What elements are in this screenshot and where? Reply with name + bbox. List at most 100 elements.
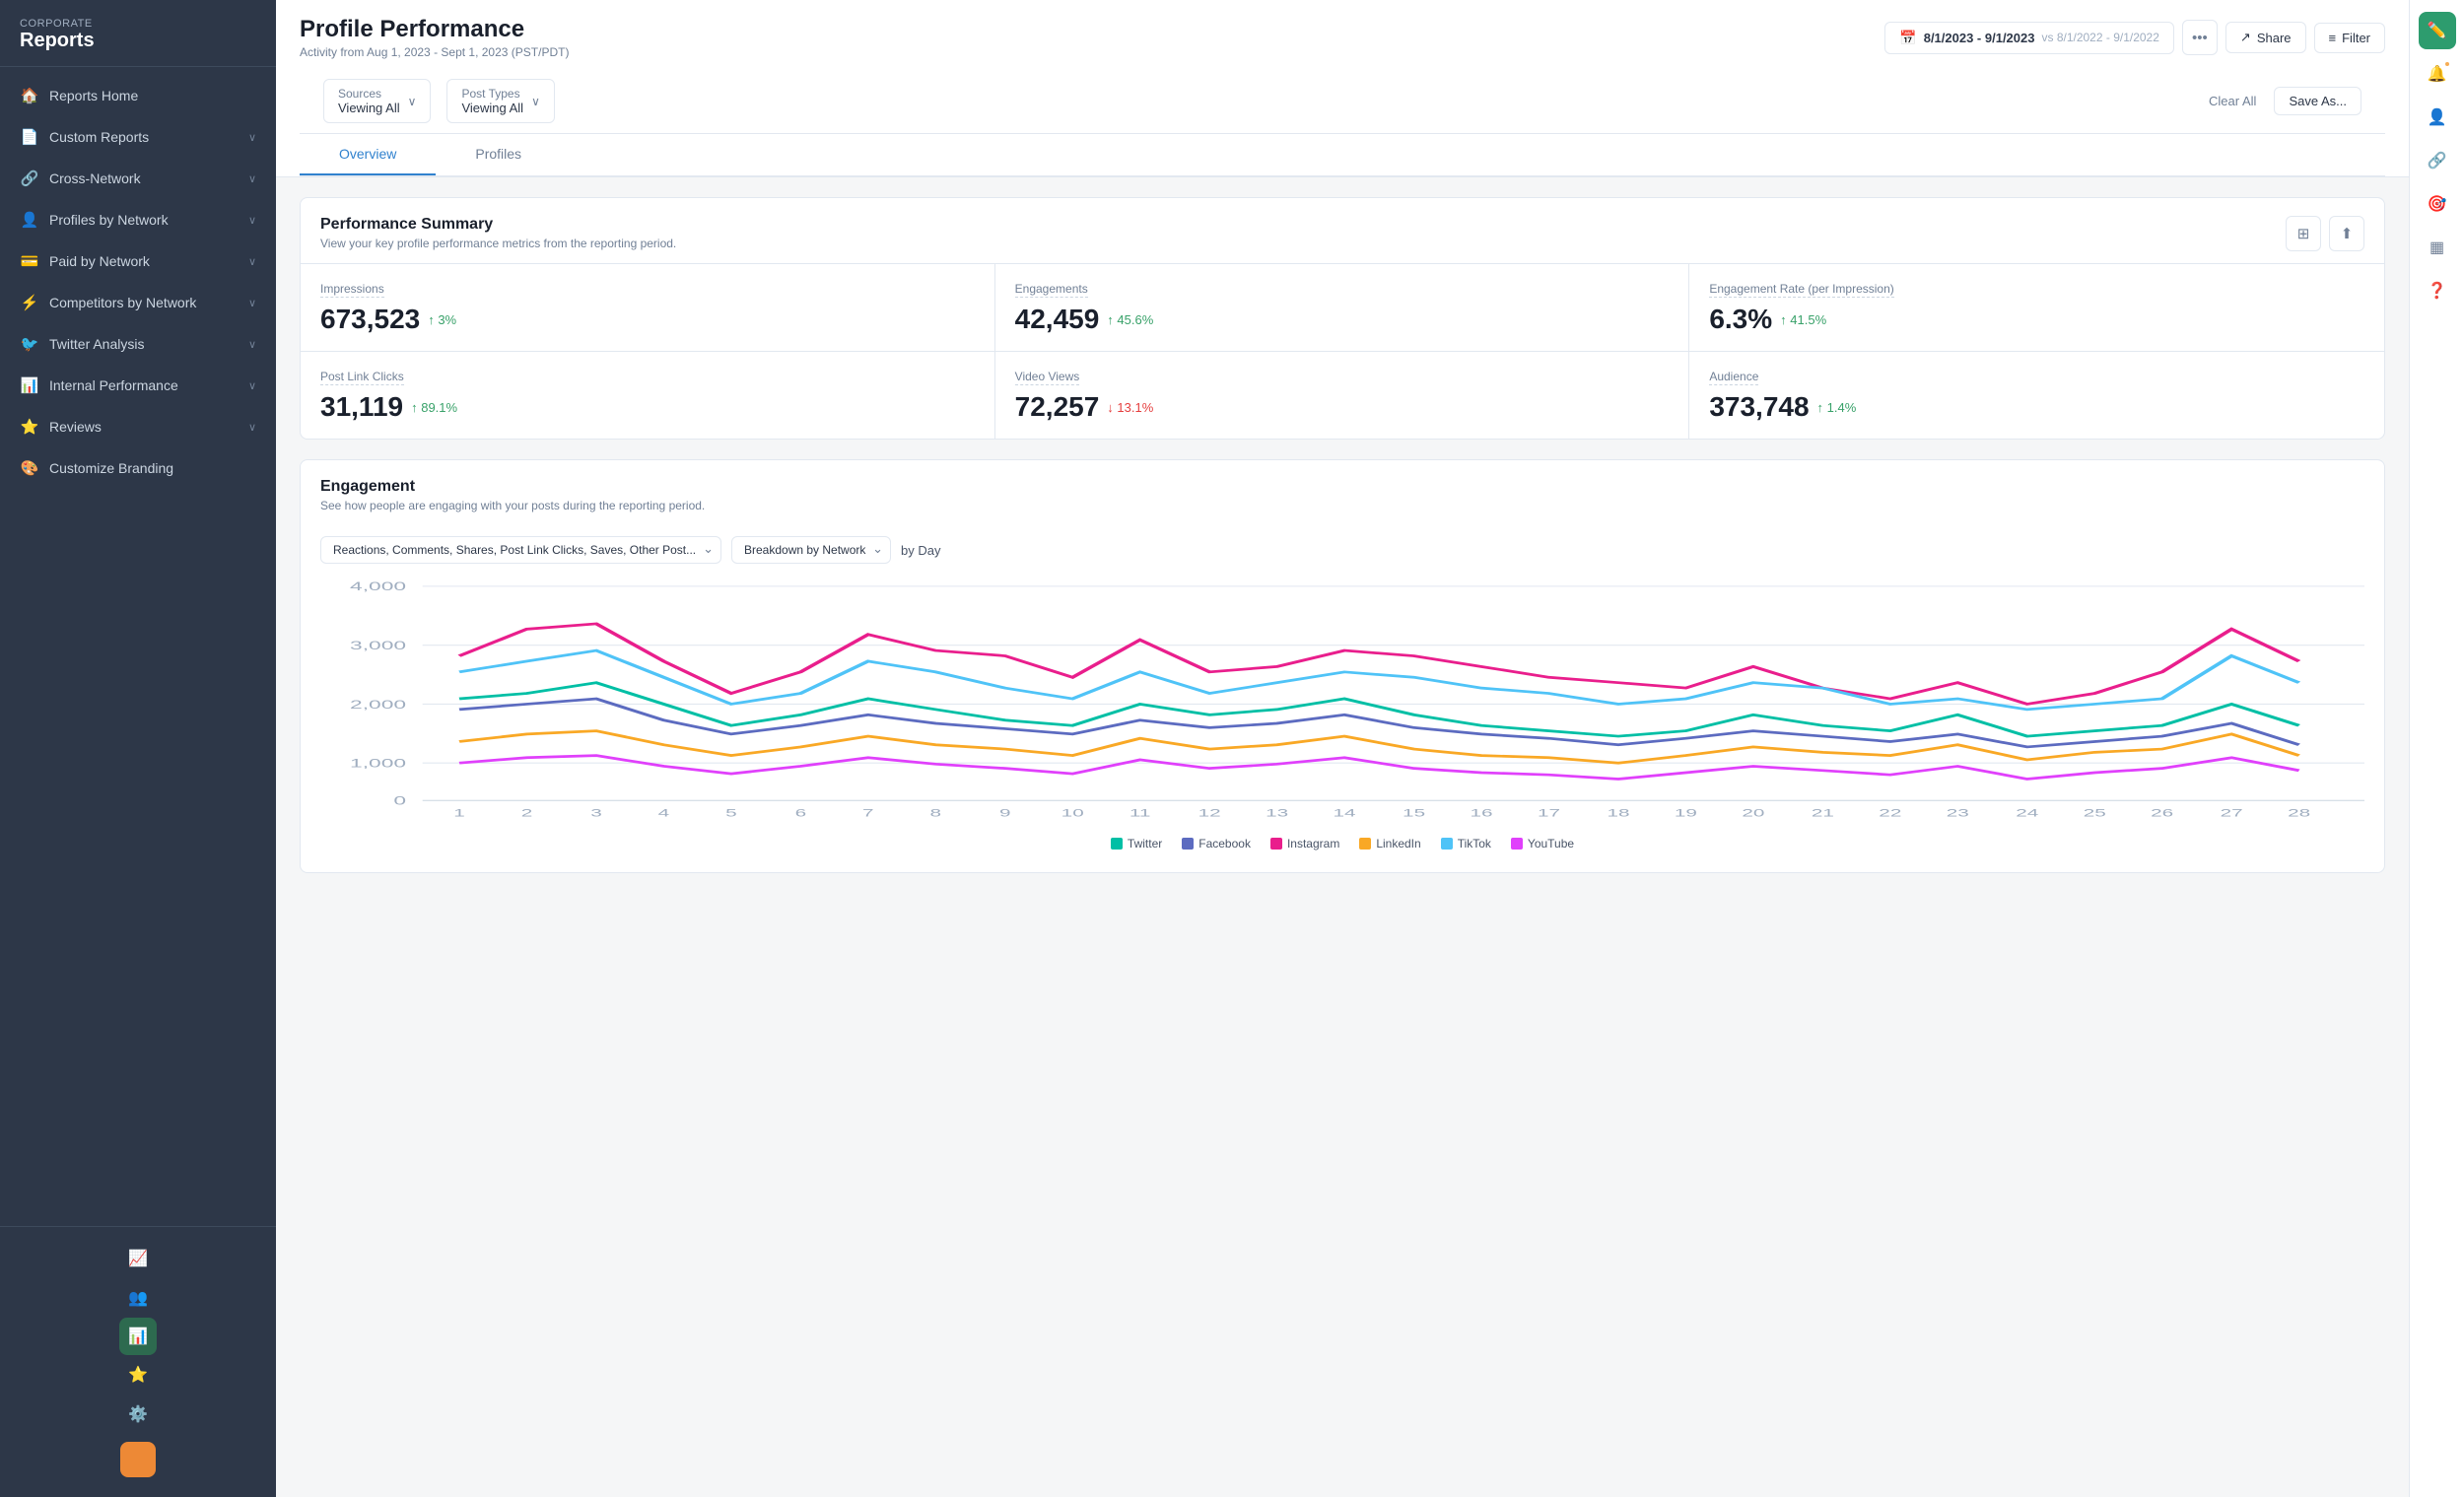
chevron-down-icon: ∨ — [531, 95, 540, 108]
dashboard-icon-right[interactable]: ▦ — [2419, 229, 2456, 266]
profile-icon-right[interactable]: 👤 — [2419, 99, 2456, 136]
help-icon-right[interactable]: ❓ — [2419, 272, 2456, 309]
collapse-button[interactable]: ⬆ — [2329, 216, 2364, 251]
notifications-icon-right[interactable]: 🔔 — [2419, 55, 2456, 93]
save-as-button[interactable]: Save As... — [2274, 87, 2361, 115]
reports-icon-bottom[interactable]: 📊 — [119, 1318, 157, 1355]
legend-twitter-label: Twitter — [1128, 837, 1162, 851]
sidebar-item-internal-performance[interactable]: 📊 Internal Performance ∨ — [0, 365, 276, 406]
sources-label: Sources — [338, 87, 400, 101]
chart-icon: 📊 — [20, 375, 39, 395]
metric-label: Video Views — [1015, 370, 1080, 385]
chevron-down-icon: ∨ — [248, 172, 256, 185]
sidebar-item-profiles-by-network[interactable]: 👤 Profiles by Network ∨ — [0, 199, 276, 240]
card-header: Performance Summary View your key profil… — [301, 198, 2384, 263]
svg-text:16: 16 — [1471, 807, 1493, 819]
legend-linkedin: LinkedIn — [1359, 837, 1420, 851]
home-icon: 🏠 — [20, 86, 39, 105]
metric-number: 6.3% — [1709, 304, 1772, 335]
star-icon-bottom[interactable]: ⭐ — [0, 1355, 276, 1395]
engagement-title: Engagement — [320, 478, 705, 496]
tiktok-color-dot — [1441, 838, 1453, 850]
date-main: 8/1/2023 - 9/1/2023 — [1924, 31, 2035, 45]
sidebar-item-paid-by-network[interactable]: 💳 Paid by Network ∨ — [0, 240, 276, 282]
share-button[interactable]: ↗ Share — [2225, 22, 2306, 53]
date-range-button[interactable]: 📅 8/1/2023 - 9/1/2023 vs 8/1/2022 - 9/1/… — [1884, 22, 2174, 54]
card-header-actions: ⊞ ⬆ — [2286, 216, 2364, 251]
legend-instagram-label: Instagram — [1287, 837, 1339, 851]
performance-summary-card: Performance Summary View your key profil… — [300, 197, 2385, 440]
metric-change: ↑ 1.4% — [1817, 400, 1857, 415]
metric-value: 6.3% ↑ 41.5% — [1709, 304, 2364, 335]
svg-text:17: 17 — [1538, 807, 1560, 819]
twitter-icon: 🐦 — [20, 334, 39, 354]
tab-overview[interactable]: Overview — [300, 134, 436, 175]
share-icon: ↗ — [2240, 30, 2251, 45]
filter-button[interactable]: ≡ Filter — [2314, 23, 2385, 53]
breakdown-select[interactable]: Breakdown by Network — [731, 536, 891, 564]
svg-text:5: 5 — [725, 807, 737, 819]
engagement-subtitle: See how people are engaging with your po… — [320, 499, 705, 512]
legend-facebook: Facebook — [1182, 837, 1251, 851]
ellipsis-icon: ••• — [2192, 30, 2208, 46]
svg-text:27: 27 — [2221, 807, 2243, 819]
analytics-icon-bottom[interactable]: 📈 — [0, 1239, 276, 1278]
metric-number: 373,748 — [1709, 391, 1809, 423]
svg-text:25: 25 — [2084, 807, 2106, 819]
post-types-label: Post Types — [461, 87, 523, 101]
post-types-value: Viewing All — [461, 101, 523, 115]
card-subtitle: View your key profile performance metric… — [320, 237, 676, 250]
sources-value: Viewing All — [338, 101, 400, 115]
metric-change: ↑ 3% — [428, 312, 456, 327]
svg-text:12: 12 — [1198, 807, 1221, 819]
chevron-down-icon: ∨ — [248, 255, 256, 268]
post-types-filter[interactable]: Post Types Viewing All ∨ — [446, 79, 554, 123]
metrics-select[interactable]: Reactions, Comments, Shares, Post Link C… — [320, 536, 721, 564]
main-content: Performance Summary View your key profil… — [276, 177, 2409, 1497]
more-options-button[interactable]: ••• — [2182, 20, 2218, 55]
svg-text:13: 13 — [1266, 807, 1288, 819]
sidebar-item-competitors-by-network[interactable]: ⚡ Competitors by Network ∨ — [0, 282, 276, 323]
metric-number: 673,523 — [320, 304, 420, 335]
sidebar-item-label: Twitter Analysis — [49, 336, 144, 352]
sidebar-item-label: Reports Home — [49, 88, 138, 103]
metric-engagements: Engagements 42,459 ↑ 45.6% — [995, 264, 1690, 352]
svg-text:24: 24 — [2016, 807, 2038, 819]
svg-text:15: 15 — [1403, 807, 1425, 819]
tab-profiles[interactable]: Profiles — [436, 134, 561, 175]
competitors-icon: ⚡ — [20, 293, 39, 312]
sidebar-item-cross-network[interactable]: 🔗 Cross-Network ∨ — [0, 158, 276, 199]
sidebar-item-label: Paid by Network — [49, 253, 150, 269]
sidebar-item-twitter-analysis[interactable]: 🐦 Twitter Analysis ∨ — [0, 323, 276, 365]
svg-text:1,000: 1,000 — [350, 757, 406, 770]
edit-icon-right[interactable]: ✏️ — [2419, 12, 2456, 49]
sidebar-item-reviews[interactable]: ⭐ Reviews ∨ — [0, 406, 276, 447]
svg-text:18: 18 — [1607, 807, 1629, 819]
settings-icon-bottom[interactable]: ⚙️ — [0, 1395, 276, 1434]
share-label: Share — [2257, 31, 2292, 45]
target-icon-right[interactable]: 🎯 — [2419, 185, 2456, 223]
svg-text:28: 28 — [2288, 807, 2310, 819]
sidebar-item-reports-home[interactable]: 🏠 Reports Home — [0, 75, 276, 116]
chevron-down-icon: ∨ — [408, 95, 417, 108]
engagement-chart: 4,000 3,000 2,000 1,000 0 1 2 3 4 5 6 7 … — [320, 576, 2364, 822]
users-icon-bottom[interactable]: 👥 — [0, 1278, 276, 1318]
svg-text:1: 1 — [453, 807, 465, 819]
link-icon-right[interactable]: 🔗 — [2419, 142, 2456, 179]
legend-youtube-label: YouTube — [1528, 837, 1574, 851]
metric-value: 373,748 ↑ 1.4% — [1709, 391, 2364, 423]
sidebar-bottom: 📈 👥 📊 ⭐ ⚙️ — [0, 1226, 276, 1497]
profile-icon: 👤 — [20, 210, 39, 230]
engagement-filters: Reactions, Comments, Shares, Post Link C… — [301, 524, 2384, 576]
svg-text:3: 3 — [590, 807, 602, 819]
legend-youtube: YouTube — [1511, 837, 1574, 851]
grid-view-button[interactable]: ⊞ — [2286, 216, 2321, 251]
sources-filter[interactable]: Sources Viewing All ∨ — [323, 79, 431, 123]
breakdown-select-wrapper: Breakdown by Network — [731, 536, 891, 564]
svg-text:8: 8 — [930, 807, 942, 819]
sidebar-item-label: Competitors by Network — [49, 295, 196, 310]
user-avatar[interactable] — [120, 1442, 156, 1477]
clear-all-button[interactable]: Clear All — [2199, 87, 2266, 115]
sidebar-item-customize-branding[interactable]: 🎨 Customize Branding — [0, 447, 276, 489]
sidebar-item-custom-reports[interactable]: 📄 Custom Reports ∨ — [0, 116, 276, 158]
